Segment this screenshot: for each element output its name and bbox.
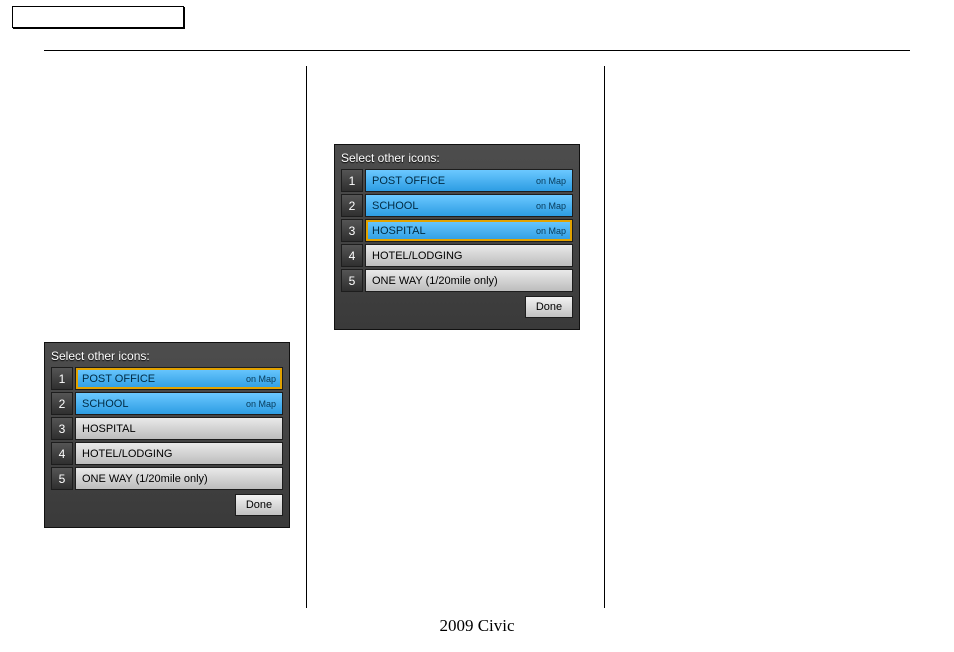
list-item: 2 SCHOOL on Map	[341, 194, 573, 217]
list-item: 2 SCHOOL on Map	[51, 392, 283, 415]
column-divider-1	[306, 66, 307, 608]
footer-model-year: 2009 Civic	[0, 616, 954, 636]
list-item: 3 HOSPITAL on Map	[341, 219, 573, 242]
select-icons-panel-b: Select other icons: 1 POST OFFICE on Map…	[334, 144, 580, 330]
icon-option-hospital[interactable]: HOSPITAL on Map	[365, 219, 573, 242]
icon-option-one-way[interactable]: ONE WAY (1/20mile only)	[75, 467, 283, 490]
row-label: ONE WAY (1/20mile only)	[82, 473, 208, 485]
row-number: 5	[51, 467, 73, 490]
row-label: HOSPITAL	[82, 423, 136, 435]
row-status: on Map	[536, 201, 566, 211]
row-number: 4	[51, 442, 73, 465]
icon-option-school[interactable]: SCHOOL on Map	[365, 194, 573, 217]
icon-option-one-way[interactable]: ONE WAY (1/20mile only)	[365, 269, 573, 292]
row-number: 2	[51, 392, 73, 415]
list-item: 4 HOTEL/LODGING	[341, 244, 573, 267]
list-item: 4 HOTEL/LODGING	[51, 442, 283, 465]
row-number: 2	[341, 194, 363, 217]
done-button[interactable]: Done	[525, 296, 573, 318]
icon-option-school[interactable]: SCHOOL on Map	[75, 392, 283, 415]
row-label: POST OFFICE	[372, 175, 445, 187]
row-status: on Map	[246, 399, 276, 409]
row-label: HOSPITAL	[372, 225, 426, 237]
row-number: 3	[341, 219, 363, 242]
row-label: SCHOOL	[372, 200, 418, 212]
list-item: 5 ONE WAY (1/20mile only)	[341, 269, 573, 292]
icon-option-post-office[interactable]: POST OFFICE on Map	[75, 367, 283, 390]
row-label: SCHOOL	[82, 398, 128, 410]
icon-option-post-office[interactable]: POST OFFICE on Map	[365, 169, 573, 192]
panel-b-footer: Done	[341, 296, 573, 318]
done-button[interactable]: Done	[235, 494, 283, 516]
row-number: 4	[341, 244, 363, 267]
list-item: 3 HOSPITAL	[51, 417, 283, 440]
select-icons-panel-a: Select other icons: 1 POST OFFICE on Map…	[44, 342, 290, 528]
row-label: POST OFFICE	[82, 373, 155, 385]
horizontal-rule	[44, 50, 910, 51]
row-number: 5	[341, 269, 363, 292]
row-label: HOTEL/LODGING	[372, 250, 462, 262]
icon-option-hospital[interactable]: HOSPITAL	[75, 417, 283, 440]
column-divider-2	[604, 66, 605, 608]
list-item: 1 POST OFFICE on Map	[341, 169, 573, 192]
row-status: on Map	[536, 226, 566, 236]
row-number: 1	[51, 367, 73, 390]
icon-option-hotel-lodging[interactable]: HOTEL/LODGING	[75, 442, 283, 465]
header-empty-box	[12, 6, 184, 28]
row-label: ONE WAY (1/20mile only)	[372, 275, 498, 287]
icon-option-hotel-lodging[interactable]: HOTEL/LODGING	[365, 244, 573, 267]
row-number: 1	[341, 169, 363, 192]
row-status: on Map	[536, 176, 566, 186]
list-item: 5 ONE WAY (1/20mile only)	[51, 467, 283, 490]
row-status: on Map	[246, 374, 276, 384]
panel-a-list: 1 POST OFFICE on Map 2 SCHOOL on Map 3 H…	[51, 367, 283, 490]
panel-a-title: Select other icons:	[51, 349, 283, 363]
list-item: 1 POST OFFICE on Map	[51, 367, 283, 390]
row-number: 3	[51, 417, 73, 440]
panel-b-title: Select other icons:	[341, 151, 573, 165]
row-label: HOTEL/LODGING	[82, 448, 172, 460]
panel-a-footer: Done	[51, 494, 283, 516]
panel-b-list: 1 POST OFFICE on Map 2 SCHOOL on Map 3 H…	[341, 169, 573, 292]
